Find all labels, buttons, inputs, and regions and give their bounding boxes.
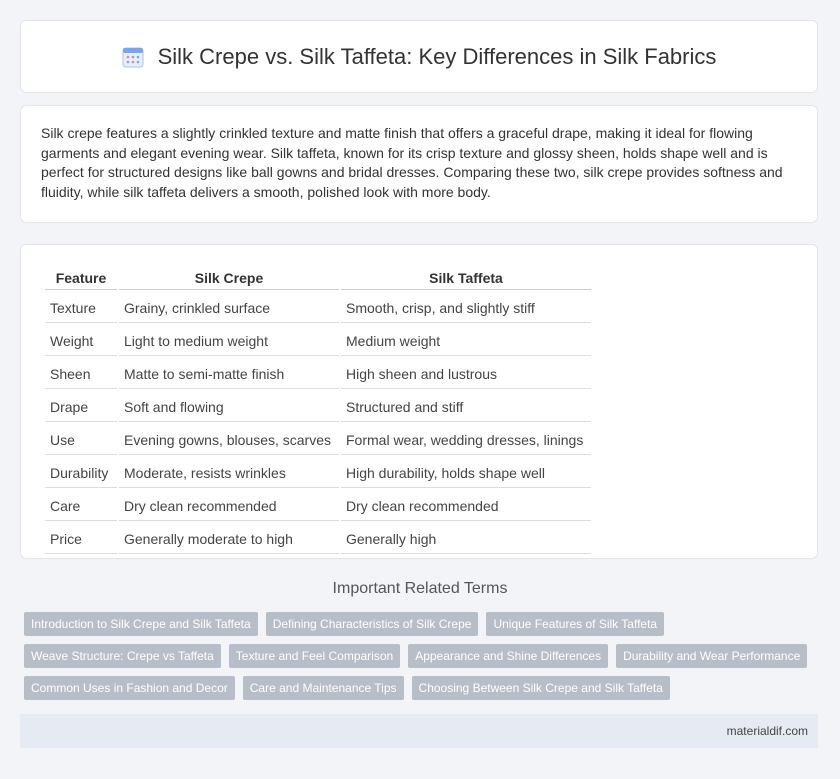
intro-card: Silk crepe features a slightly crinkled … [20,105,818,223]
related-term-tag[interactable]: Weave Structure: Crepe vs Taffeta [24,644,221,668]
table-row: Drape Soft and flowing Structured and st… [45,391,591,422]
table-cell: Moderate, resists wrinkles [119,457,339,488]
related-terms-heading: Important Related Terms [332,580,508,597]
table-row: Care Dry clean recommended Dry clean rec… [45,490,591,521]
related-term-tag[interactable]: Choosing Between Silk Crepe and Silk Taf… [411,676,670,700]
table-cell: Care [45,490,117,521]
table-cell: Price [45,523,117,554]
table-cell: Medium weight [341,325,591,356]
comparison-table-card: Feature Silk Crepe Silk Taffeta Texture … [20,244,818,559]
related-term-tag[interactable]: Common Uses in Fashion and Decor [24,676,235,700]
table-cell: Evening gowns, blouses, scarves [119,424,339,455]
tag-row: Weave Structure: Crepe vs Taffeta Textur… [24,644,824,668]
table-cell: Sheen [45,358,117,389]
table-cell: Weight [45,325,117,356]
header-silk-crepe: Silk Crepe [119,267,339,290]
table-cell: Use [45,424,117,455]
table-cell: High sheen and lustrous [341,358,591,389]
table-cell: Dry clean recommended [119,490,339,521]
table-cell: Durability [45,457,117,488]
related-term-tag[interactable]: Texture and Feel Comparison [228,644,401,668]
related-term-tag[interactable]: Durability and Wear Performance [616,644,808,668]
table-cell: Texture [45,292,117,323]
table-cell: Formal wear, wedding dresses, linings [341,424,591,455]
table-cell: Dry clean recommended [341,490,591,521]
page-title: Silk Crepe vs. Silk Taffeta: Key Differe… [157,43,717,69]
table-row: Weight Light to medium weight Medium wei… [45,325,591,356]
intro-paragraph: Silk crepe features a slightly crinkled … [41,125,783,200]
header-silk-taffeta: Silk Taffeta [341,267,591,290]
title-wrap: Silk Crepe vs. Silk Taffeta: Key Differe… [122,43,717,70]
title-card: Silk Crepe vs. Silk Taffeta: Key Differe… [20,20,818,93]
related-term-tag[interactable]: Care and Maintenance Tips [242,676,404,700]
table-row: Use Evening gowns, blouses, scarves Form… [45,424,591,455]
comparison-table: Feature Silk Crepe Silk Taffeta Texture … [43,265,593,556]
footer-site-link[interactable]: materialdif.com [727,724,808,738]
table-cell: Generally high [341,523,591,554]
table-row: Texture Grainy, crinkled surface Smooth,… [45,292,591,323]
table-cell: Structured and stiff [341,391,591,422]
table-header-row: Feature Silk Crepe Silk Taffeta [45,267,591,290]
related-term-tag[interactable]: Introduction to Silk Crepe and Silk Taff… [24,612,258,636]
related-term-tag[interactable]: Unique Features of Silk Taffeta [486,612,665,636]
tag-row: Common Uses in Fashion and Decor Care an… [24,676,824,700]
table-cell: Drape [45,391,117,422]
related-term-tag[interactable]: Defining Characteristics of Silk Crepe [265,612,479,636]
calendar-grid-icon [122,46,144,68]
table-row: Sheen Matte to semi-matte finish High sh… [45,358,591,389]
related-term-tag[interactable]: Appearance and Shine Differences [408,644,609,668]
tag-row: Introduction to Silk Crepe and Silk Taff… [24,612,824,636]
table-cell: Generally moderate to high [119,523,339,554]
table-row: Durability Moderate, resists wrinkles Hi… [45,457,591,488]
footer: materialdif.com [20,714,818,748]
table-cell: Smooth, crisp, and slightly stiff [341,292,591,323]
table-row: Price Generally moderate to high General… [45,523,591,554]
related-terms-tags: Introduction to Silk Crepe and Silk Taff… [24,612,824,708]
table-cell: High durability, holds shape well [341,457,591,488]
table-cell: Soft and flowing [119,391,339,422]
table-cell: Light to medium weight [119,325,339,356]
header-feature: Feature [45,267,117,290]
table-cell: Grainy, crinkled surface [119,292,339,323]
table-cell: Matte to semi-matte finish [119,358,339,389]
